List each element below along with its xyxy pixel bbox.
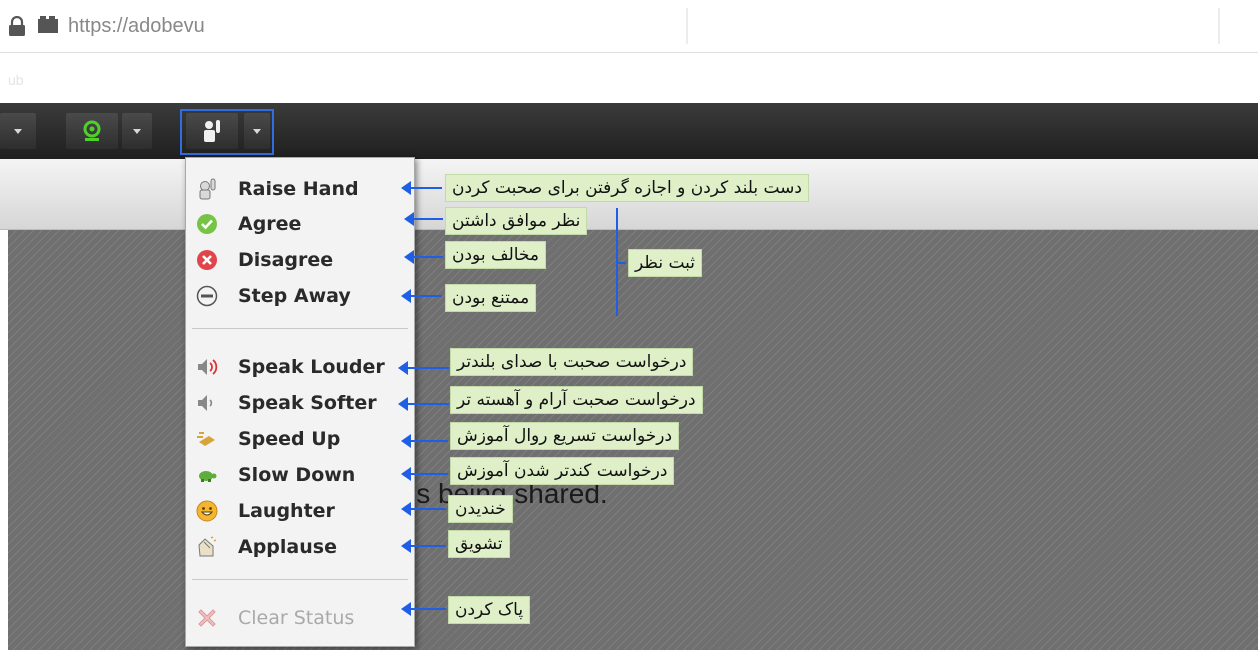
menu-item-label: Speak Softer [238,392,377,414]
turtle-icon [199,471,217,482]
menu-item-speak-softer[interactable]: Speak Softer [186,385,414,421]
camera-button[interactable] [66,113,118,149]
annotation-step-away: ممتنع بودن [445,284,537,312]
menu-divider [192,579,408,580]
address-divider [686,8,688,44]
agree-check-icon [197,214,217,234]
annotation-arrow [401,539,446,553]
annotation-arrow [401,434,448,448]
status-menu: Raise Hand Agree Disagree Step Away Spea… [185,157,415,647]
annotation-speed-up: درخواست تسریع روال آموزش [450,422,680,450]
menu-item-label: Agree [238,213,302,235]
camera-dropdown-button[interactable] [122,113,152,149]
menu-item-label: Raise Hand [238,178,359,200]
page-info-icon [38,16,58,33]
step-away-icon [196,285,218,307]
annotation-arrow [398,397,449,411]
menu-item-label: Speak Louder [238,356,385,378]
menu-item-label: Clear Status [238,607,355,629]
annotation-laughter: خندیدن [448,495,513,523]
menu-item-applause[interactable]: Applause [186,529,414,565]
chevron-down-icon [133,129,141,134]
speaker-loud-icon [198,359,218,375]
annotation-vote-group: ثبت نظر [628,249,703,277]
menu-item-speed-up[interactable]: Speed Up [186,421,414,457]
annotation-arrow [404,212,443,226]
menu-item-label: Disagree [238,249,334,271]
sub-strip-text: ub [8,72,24,88]
annotation-clear: پاک کردن [448,596,531,624]
menu-item-label: Slow Down [238,464,356,486]
speaker-soft-icon [198,395,213,411]
menu-item-label: Laughter [238,500,335,522]
annotation-slow-down: درخواست کندتر شدن آموزش [450,457,675,485]
chevron-down-icon [14,129,22,134]
annotation-speak-louder: درخواست صحبت با صدای بلندتر [450,348,694,376]
annotation-arrow [401,467,448,481]
annotation-agree: نظر موافق داشتن [445,207,588,235]
menu-item-disagree[interactable]: Disagree [186,242,414,278]
clear-x-icon [198,609,216,627]
annotation-arrow [401,602,446,616]
annotation-arrow [404,250,443,264]
annotation-disagree: مخالف بودن [445,241,547,269]
disagree-x-icon [197,250,217,270]
menu-item-agree[interactable]: Agree [186,206,414,242]
annotation-speak-softer: درخواست صحبت آرام و آهسته تر [450,386,703,414]
menu-item-step-away[interactable]: Step Away [186,278,414,314]
address-divider [1218,8,1220,44]
menu-item-slow-down[interactable]: Slow Down [186,457,414,493]
address-bar[interactable]: https://adobevu [0,0,1258,53]
annotation-applause: تشویق [448,530,510,558]
menu-item-speak-louder[interactable]: Speak Louder [186,349,414,385]
annotation-arrow [401,502,446,516]
menu-item-laughter[interactable]: Laughter [186,493,414,529]
tab-strip [0,53,1258,103]
annotation-arrow [398,361,449,375]
url-text[interactable]: https://adobevu [68,15,205,38]
menu-item-label: Applause [238,536,337,558]
raise-hand-icon [199,178,216,200]
toolbar-dropdown-button[interactable] [0,113,36,149]
raise-hand-highlight [180,109,274,155]
speed-up-icon [197,432,215,446]
menu-divider [192,328,408,329]
smiley-icon [196,500,218,522]
menu-item-label: Speed Up [238,428,341,450]
annotation-arrow [401,181,442,195]
annotation-raise-hand: دست بلند کردن و اجازه گرفتن برای صحبت کر… [445,174,809,202]
webcam-icon [83,120,101,141]
menu-item-raise-hand[interactable]: Raise Hand [186,171,414,207]
lock-icon [9,16,25,36]
vote-group-bracket-tick [616,262,626,264]
menu-item-label: Step Away [238,285,351,307]
menu-item-clear-status[interactable]: Clear Status [186,600,414,636]
applause-icon [198,536,217,557]
annotation-arrow [401,289,442,303]
